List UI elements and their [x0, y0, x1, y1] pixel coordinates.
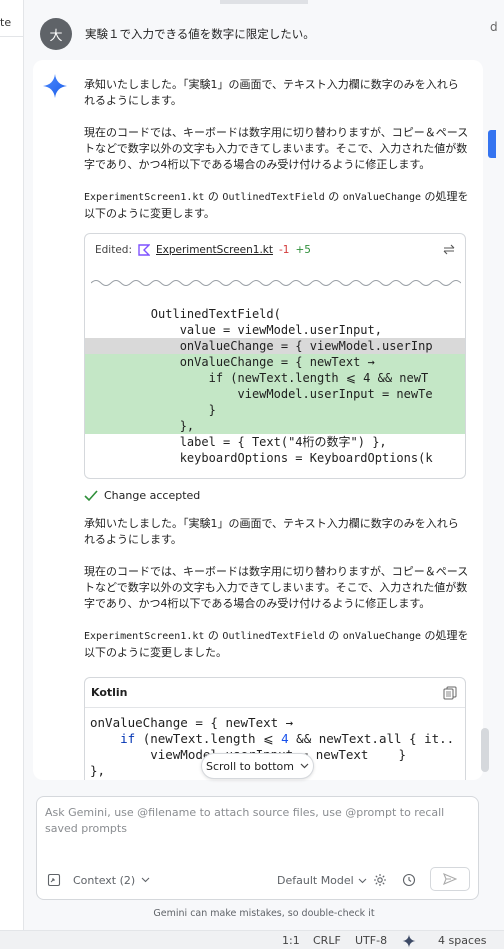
diff-file-link[interactable]: ExperimentScreen1.kt: [156, 244, 273, 256]
disclaimer: Gemini can make mistakes, so double-chec…: [153, 908, 375, 919]
assistant-response-card: 承知いたしました。「実験1」の画面で、テキスト入力欄に数字のみを入れられるように…: [33, 60, 483, 780]
gear-icon[interactable]: [373, 873, 387, 887]
right-panel-fragment: d: [490, 20, 498, 34]
avatar: 大: [40, 18, 72, 50]
diff-added-line: onValueChange = { newText →: [85, 354, 465, 370]
diff-removed-count: -1: [278, 244, 290, 256]
send-button[interactable]: [430, 867, 470, 891]
right-panel-strip: d: [488, 0, 504, 930]
code-block-header: Kotlin: [85, 678, 465, 708]
prompt-composer: Context (2) Default Model: [36, 796, 479, 900]
diff-added-line: if (newText.length ⩽ 4 && newT: [85, 370, 465, 386]
context-icon: [47, 873, 61, 887]
gemini-sparkle-icon: [43, 74, 67, 98]
diff-removed-line: onValueChange = { viewModel.userInp: [85, 338, 465, 354]
inline-code: onValueChange: [342, 631, 422, 642]
collapse-icon[interactable]: [441, 242, 457, 258]
divider: [0, 36, 24, 37]
text-segment: の: [324, 629, 343, 642]
diff-context-line: keyboardOptions = KeyboardOptions(k: [93, 451, 433, 465]
inline-code: OutlinedTextField: [222, 192, 325, 203]
text-segment: の: [204, 190, 223, 203]
response-paragraph: ExperimentScreen1.kt の OutlinedTextField…: [84, 189, 469, 222]
side-tab-indicator[interactable]: [488, 130, 496, 158]
context-label: Context (2): [73, 873, 136, 887]
chevron-down-icon: [300, 763, 309, 769]
prompt-input[interactable]: [45, 805, 470, 855]
context-selector[interactable]: Context (2): [47, 873, 150, 887]
send-icon: [443, 873, 457, 885]
scroll-to-bottom-label: Scroll to bottom: [206, 759, 294, 773]
line-ending[interactable]: CRLF: [313, 934, 341, 947]
change-accepted-status: Change accepted: [84, 489, 200, 502]
status-bar: 1:1 CRLF UTF-8 4 spaces: [0, 930, 504, 949]
code-line: onValueChange = { newText →: [90, 715, 294, 730]
inline-code: OutlinedTextField: [222, 631, 325, 642]
code-text: && newText.all { it..: [288, 731, 455, 746]
diff-context-line: label = { Text("4桁の数字") },: [93, 435, 387, 449]
chat-history[interactable]: 大 実験１で入力できる値を数字に限定したい。 承知いたしました。「実験1」の画面…: [24, 0, 488, 780]
diff-panel: Edited: ExperimentScreen1.kt -1 +5 Outli…: [84, 233, 466, 479]
diff-header: Edited: ExperimentScreen1.kt -1 +5: [95, 244, 311, 256]
kotlin-file-icon: [138, 244, 150, 256]
code-language-label: Kotlin: [91, 686, 128, 699]
left-panel-strip: te: [0, 0, 24, 930]
code-number: 4: [281, 731, 289, 746]
response-paragraph: ExperimentScreen1.kt の OutlinedTextField…: [84, 628, 469, 661]
code-text: (newText.length ⩽: [135, 731, 282, 746]
inline-code: ExperimentScreen1.kt: [84, 192, 205, 203]
code-keyword: if: [120, 731, 136, 746]
response-paragraph: 承知いたしました。「実験1」の画面で、テキスト入力欄に数字のみを入れられるように…: [84, 78, 459, 107]
chevron-down-icon: [141, 877, 150, 883]
user-message-text: 実験１で入力できる値を数字に限定したい。: [85, 27, 315, 41]
left-panel-fragment: te: [0, 16, 12, 29]
cursor-position[interactable]: 1:1: [282, 934, 300, 947]
diff-label: Edited:: [95, 244, 132, 256]
response-paragraph: 現在のコードでは、キーボードは数字用に切り替わりますが、コピー＆ペーストなどで数…: [84, 126, 469, 171]
code-line: if (newText.length ⩽ 4 && newText.all { …: [90, 731, 465, 747]
inline-code: onValueChange: [342, 192, 422, 203]
text-segment: の: [204, 629, 223, 642]
inline-code: ExperimentScreen1.kt: [84, 631, 205, 642]
response-paragraph: 現在のコードでは、キーボードは数字用に切り替わりますが、コピー＆ペーストなどで数…: [84, 565, 469, 610]
diff-code: OutlinedTextField( value = viewModel.use…: [85, 306, 465, 466]
history-icon[interactable]: [402, 873, 416, 887]
diff-added-line: }: [85, 402, 465, 418]
response-paragraph: 承知いたしました。「実験1」の画面で、テキスト入力欄に数字のみを入れられるように…: [84, 517, 459, 546]
model-label: Default Model: [277, 874, 354, 887]
diff-added-line: viewModel.userInput = newTe: [85, 386, 465, 402]
diff-context-line: OutlinedTextField(: [93, 307, 281, 321]
copy-icon[interactable]: [443, 686, 457, 700]
folded-lines-separator[interactable]: [91, 278, 461, 288]
check-icon: [84, 489, 98, 501]
change-accepted-label: Change accepted: [104, 489, 201, 502]
diff-added-line: },: [85, 418, 465, 434]
user-message-row: 大 実験１で入力できる値を数字に限定したい。: [40, 18, 315, 50]
chevron-down-icon: [358, 878, 367, 883]
text-segment: の: [324, 190, 343, 203]
diff-context-line: value = viewModel.userInput,: [93, 323, 382, 337]
model-selector[interactable]: Default Model: [277, 874, 367, 887]
gemini-status-icon[interactable]: [402, 934, 416, 948]
indent-setting[interactable]: 4 spaces: [438, 934, 487, 947]
vertical-scrollbar[interactable]: [481, 728, 489, 772]
scroll-to-bottom-button[interactable]: Scroll to bottom: [201, 753, 314, 779]
diff-added-count: +5: [295, 244, 311, 256]
file-encoding[interactable]: UTF-8: [355, 934, 387, 947]
